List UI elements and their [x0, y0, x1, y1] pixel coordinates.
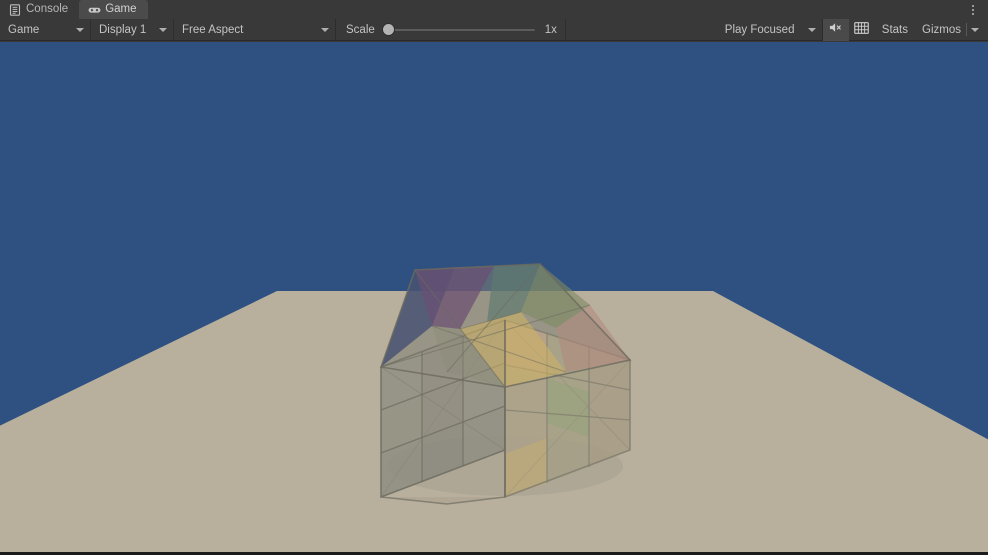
console-icon [9, 3, 21, 16]
chevron-down-icon [321, 27, 329, 32]
aspect-ratio-label: Free Aspect [182, 23, 244, 36]
tab-strip: Console Game [0, 0, 988, 19]
game-view-toolbar: Game Display 1 Free Aspect Scale 1x Play… [0, 18, 988, 41]
tab-game-label: Game [105, 3, 137, 15]
aspect-group: Free Aspect [174, 18, 336, 41]
chevron-down-icon [971, 27, 979, 32]
chevron-down-icon [159, 27, 167, 32]
aspect-ratio-dropdown[interactable]: Free Aspect [174, 19, 335, 41]
scale-value-label: 1x [544, 23, 557, 36]
tab-console-label: Console [26, 3, 69, 15]
display-label: Display 1 [99, 23, 147, 36]
chevron-down-icon [807, 27, 816, 32]
gamepad-icon [88, 4, 101, 16]
mute-audio-button[interactable] [822, 18, 849, 41]
play-mode-dropdown[interactable]: Play Focused [717, 19, 822, 41]
scale-label: Scale [346, 23, 375, 36]
scale-slider-track [382, 28, 535, 31]
tab-console[interactable]: Console [0, 0, 80, 19]
play-mode-label: Play Focused [724, 23, 795, 36]
view-mode-label: Game [8, 23, 40, 36]
display-dropdown[interactable]: Display 1 [91, 19, 173, 41]
view-mode-group: Game [0, 18, 91, 41]
gizmos-dropdown[interactable] [968, 19, 988, 41]
gizmos-button[interactable]: Gizmos [915, 19, 965, 41]
view-mode-dropdown[interactable]: Game [0, 19, 90, 41]
game-viewport[interactable] [0, 42, 988, 552]
tab-game[interactable]: Game [79, 0, 148, 19]
rendered-scene [0, 42, 988, 552]
grid-icon [854, 21, 870, 39]
scale-slider-knob[interactable] [382, 24, 394, 35]
aspect-grid-button[interactable] [849, 19, 875, 41]
unity-game-view-window: Console Game Game Display 1 Free Aspect … [0, 0, 988, 555]
display-group: Display 1 [91, 18, 174, 41]
mute-audio-icon [828, 21, 843, 39]
scale-group: Scale 1x [336, 18, 566, 41]
scale-slider-control: Scale 1x [336, 19, 565, 41]
scale-slider[interactable] [382, 19, 535, 41]
chevron-down-icon [76, 27, 84, 32]
play-mode-group: Play Focused [717, 18, 823, 41]
stats-button[interactable]: Stats [875, 19, 915, 41]
kebab-menu-icon[interactable] [962, 0, 984, 19]
gizmos-divider [966, 23, 967, 36]
